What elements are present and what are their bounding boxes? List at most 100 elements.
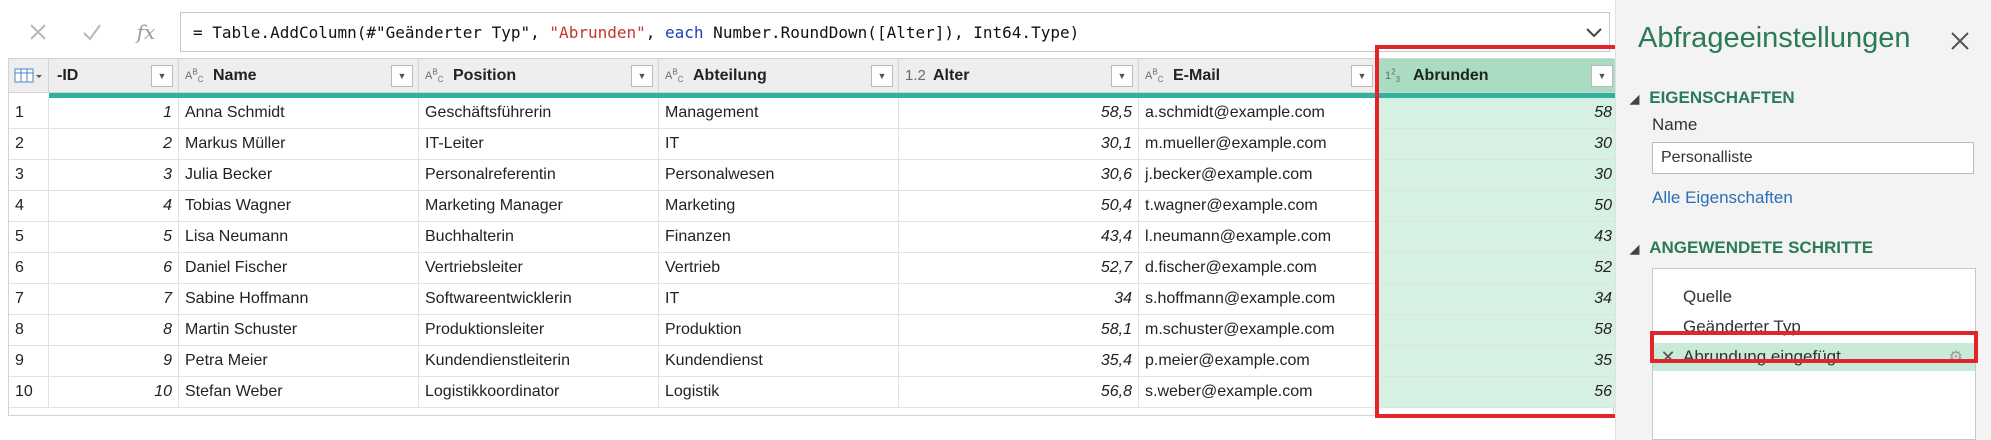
- column-header-alter[interactable]: 1.2 Alter ▼: [899, 59, 1139, 93]
- row-number[interactable]: 4: [9, 191, 49, 222]
- table-cell[interactable]: 4: [49, 191, 179, 222]
- table-cell[interactable]: Produktionsleiter: [419, 315, 659, 346]
- table-cell[interactable]: s.hoffmann@example.com: [1139, 284, 1379, 315]
- applied-steps-section-header[interactable]: ◢ ANGEWENDETE SCHRITTE: [1630, 238, 1873, 258]
- properties-section-header[interactable]: ◢ EIGENSCHAFTEN: [1630, 88, 1795, 108]
- table-cell[interactable]: 34: [899, 284, 1139, 315]
- table-cell[interactable]: Marketing: [659, 191, 899, 222]
- table-cell[interactable]: Marketing Manager: [419, 191, 659, 222]
- table-cell[interactable]: 58: [1379, 315, 1619, 346]
- table-cell[interactable]: Kundendienst: [659, 346, 899, 377]
- table-cell[interactable]: Lisa Neumann: [179, 222, 419, 253]
- table-menu-button[interactable]: [9, 59, 49, 93]
- table-cell[interactable]: 30,6: [899, 160, 1139, 191]
- filter-dropdown-icon[interactable]: ▼: [391, 64, 413, 87]
- table-cell[interactable]: m.schuster@example.com: [1139, 315, 1379, 346]
- row-number[interactable]: 5: [9, 222, 49, 253]
- table-cell[interactable]: Vertriebsleiter: [419, 253, 659, 284]
- table-cell[interactable]: Daniel Fischer: [179, 253, 419, 284]
- table-cell[interactable]: 1: [49, 98, 179, 129]
- column-header-abrunden[interactable]: 123 Abrunden ▼: [1379, 59, 1619, 93]
- table-cell[interactable]: l.neumann@example.com: [1139, 222, 1379, 253]
- table-cell[interactable]: Geschäftsführerin: [419, 98, 659, 129]
- row-number[interactable]: 8: [9, 315, 49, 346]
- table-cell[interactable]: j.becker@example.com: [1139, 160, 1379, 191]
- table-cell[interactable]: IT: [659, 284, 899, 315]
- filter-dropdown-icon[interactable]: ▼: [871, 64, 893, 87]
- column-type-icon[interactable]: ABC: [1145, 67, 1171, 84]
- table-cell[interactable]: 58,1: [899, 315, 1139, 346]
- row-number[interactable]: 9: [9, 346, 49, 377]
- column-header-id[interactable]: -ID ▼: [49, 59, 179, 93]
- column-header-abteilung[interactable]: ABC Abteilung ▼: [659, 59, 899, 93]
- row-number[interactable]: 6: [9, 253, 49, 284]
- table-cell[interactable]: d.fischer@example.com: [1139, 253, 1379, 284]
- table-cell[interactable]: 30: [1379, 160, 1619, 191]
- table-cell[interactable]: 6: [49, 253, 179, 284]
- table-cell[interactable]: Petra Meier: [179, 346, 419, 377]
- cancel-formula-button[interactable]: [16, 12, 60, 52]
- table-cell[interactable]: 58: [1379, 98, 1619, 129]
- table-cell[interactable]: t.wagner@example.com: [1139, 191, 1379, 222]
- table-cell[interactable]: 30,1: [899, 129, 1139, 160]
- table-cell[interactable]: 43,4: [899, 222, 1139, 253]
- table-cell[interactable]: IT-Leiter: [419, 129, 659, 160]
- column-type-icon[interactable]: ABC: [185, 67, 211, 84]
- row-number[interactable]: 2: [9, 129, 49, 160]
- gear-icon[interactable]: ⚙: [1949, 347, 1963, 367]
- table-cell[interactable]: Stefan Weber: [179, 377, 419, 408]
- table-cell[interactable]: m.mueller@example.com: [1139, 129, 1379, 160]
- table-cell[interactable]: Softwareentwicklerin: [419, 284, 659, 315]
- table-cell[interactable]: Logistikkoordinator: [419, 377, 659, 408]
- close-pane-button[interactable]: [1950, 26, 1970, 58]
- table-cell[interactable]: Martin Schuster: [179, 315, 419, 346]
- table-cell[interactable]: a.schmidt@example.com: [1139, 98, 1379, 129]
- table-cell[interactable]: Markus Müller: [179, 129, 419, 160]
- table-cell[interactable]: IT: [659, 129, 899, 160]
- table-cell[interactable]: 56,8: [899, 377, 1139, 408]
- table-cell[interactable]: 35,4: [899, 346, 1139, 377]
- chevron-down-icon[interactable]: [1583, 21, 1605, 43]
- table-cell[interactable]: p.meier@example.com: [1139, 346, 1379, 377]
- table-cell[interactable]: 2: [49, 129, 179, 160]
- table-cell[interactable]: Logistik: [659, 377, 899, 408]
- table-cell[interactable]: 56: [1379, 377, 1619, 408]
- table-cell[interactable]: Anna Schmidt: [179, 98, 419, 129]
- table-cell[interactable]: 8: [49, 315, 179, 346]
- filter-dropdown-icon[interactable]: ▼: [1111, 64, 1133, 87]
- filter-dropdown-icon[interactable]: ▼: [631, 64, 653, 87]
- table-cell[interactable]: 52,7: [899, 253, 1139, 284]
- table-cell[interactable]: Buchhalterin: [419, 222, 659, 253]
- filter-dropdown-icon[interactable]: ▼: [1351, 64, 1373, 87]
- table-cell[interactable]: 30: [1379, 129, 1619, 160]
- applied-step-item[interactable]: Geänderter Typ: [1653, 313, 1975, 341]
- table-cell[interactable]: 5: [49, 222, 179, 253]
- row-number[interactable]: 7: [9, 284, 49, 315]
- all-properties-link[interactable]: Alle Eigenschaften: [1652, 188, 1793, 208]
- applied-step-item[interactable]: ✕ Abrundung eingefügt ⚙: [1653, 343, 1975, 371]
- column-type-icon[interactable]: ABC: [665, 67, 691, 84]
- table-cell[interactable]: Julia Becker: [179, 160, 419, 191]
- delete-step-icon[interactable]: ✕: [1653, 347, 1683, 368]
- table-cell[interactable]: Finanzen: [659, 222, 899, 253]
- row-number[interactable]: 3: [9, 160, 49, 191]
- table-cell[interactable]: 35: [1379, 346, 1619, 377]
- table-cell[interactable]: 34: [1379, 284, 1619, 315]
- table-cell[interactable]: 7: [49, 284, 179, 315]
- table-cell[interactable]: Personalreferentin: [419, 160, 659, 191]
- filter-dropdown-icon[interactable]: ▼: [1591, 64, 1613, 87]
- table-cell[interactable]: 58,5: [899, 98, 1139, 129]
- table-cell[interactable]: Sabine Hoffmann: [179, 284, 419, 315]
- column-type-icon[interactable]: 123: [1385, 67, 1411, 84]
- confirm-formula-button[interactable]: [70, 12, 114, 52]
- column-type-icon[interactable]: 1.2: [905, 67, 931, 84]
- table-cell[interactable]: Personalwesen: [659, 160, 899, 191]
- table-cell[interactable]: 9: [49, 346, 179, 377]
- table-cell[interactable]: 52: [1379, 253, 1619, 284]
- table-cell[interactable]: Kundendienstleiterin: [419, 346, 659, 377]
- table-cell[interactable]: s.weber@example.com: [1139, 377, 1379, 408]
- table-cell[interactable]: Tobias Wagner: [179, 191, 419, 222]
- table-cell[interactable]: 50,4: [899, 191, 1139, 222]
- filter-dropdown-icon[interactable]: ▼: [151, 64, 173, 87]
- query-name-input[interactable]: Personalliste: [1652, 142, 1974, 174]
